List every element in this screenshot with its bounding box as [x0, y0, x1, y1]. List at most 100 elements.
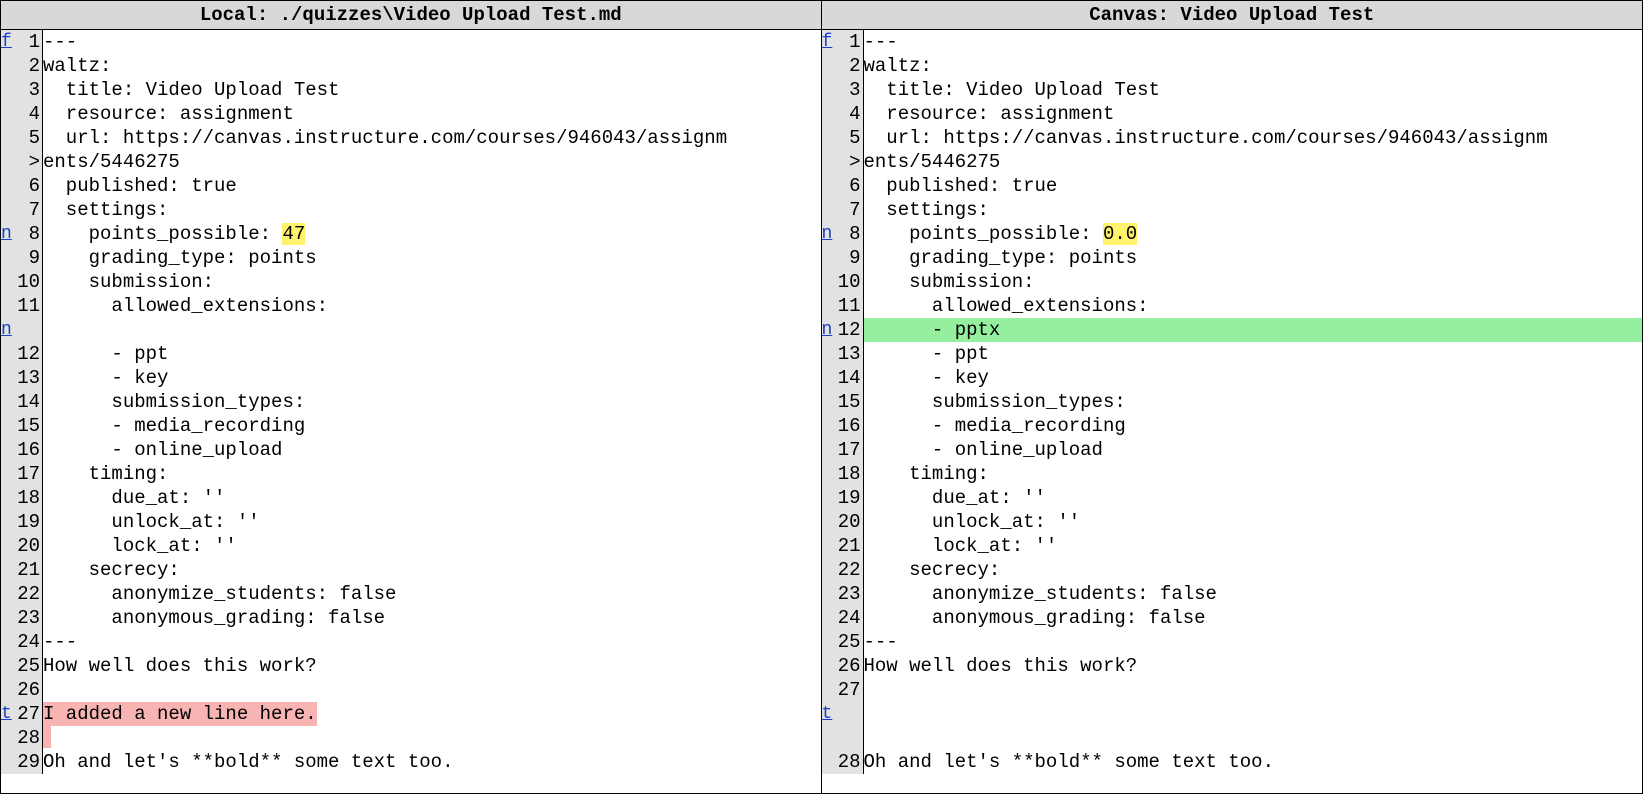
- diff-marker: [1, 390, 15, 414]
- line-content: Oh and let's **bold** some text too.: [43, 750, 821, 774]
- line-content: [43, 726, 821, 750]
- right-line[interactable]: 17 - online_upload: [822, 438, 1643, 462]
- diff-marker[interactable]: n: [1, 222, 15, 246]
- right-line[interactable]: 10 submission:: [822, 270, 1643, 294]
- right-line[interactable]: 20 unlock_at: '': [822, 510, 1643, 534]
- left-line[interactable]: 29Oh and let's **bold** some text too.: [1, 750, 821, 774]
- diff-marker[interactable]: f: [822, 30, 836, 54]
- left-line[interactable]: 22 anonymize_students: false: [1, 582, 821, 606]
- right-line[interactable]: 6 published: true: [822, 174, 1643, 198]
- left-line[interactable]: 19 unlock_at: '': [1, 510, 821, 534]
- right-line[interactable]: 3 title: Video Upload Test: [822, 78, 1643, 102]
- right-line[interactable]: 19 due_at: '': [822, 486, 1643, 510]
- left-line[interactable]: f1---: [1, 30, 821, 54]
- left-line[interactable]: 5 url: https://canvas.instructure.com/co…: [1, 126, 821, 150]
- left-line[interactable]: n8 points_possible: 47: [1, 222, 821, 246]
- left-line[interactable]: 18 due_at: '': [1, 486, 821, 510]
- line-content: submission_types:: [43, 390, 821, 414]
- diff-changed: 0.0: [1103, 223, 1137, 245]
- diff-marker: [1, 294, 15, 318]
- left-line[interactable]: 7 settings:: [1, 198, 821, 222]
- right-line[interactable]: 22 secrecy:: [822, 558, 1643, 582]
- right-line[interactable]: [822, 726, 1643, 750]
- diff-marker: [1, 534, 15, 558]
- line-number: >: [836, 150, 864, 174]
- diff-changed: 47: [282, 223, 305, 245]
- left-line[interactable]: 23 anonymous_grading: false: [1, 606, 821, 630]
- line-number: 22: [836, 558, 864, 582]
- line-number: 1: [836, 30, 864, 54]
- right-line[interactable]: t: [822, 702, 1643, 726]
- line-number: 15: [836, 390, 864, 414]
- left-line[interactable]: 16 - online_upload: [1, 438, 821, 462]
- right-line[interactable]: 21 lock_at: '': [822, 534, 1643, 558]
- right-line[interactable]: 9 grading_type: points: [822, 246, 1643, 270]
- right-line[interactable]: 25---: [822, 630, 1643, 654]
- diff-marker[interactable]: n: [1, 318, 15, 342]
- line-number: [15, 318, 43, 342]
- line-number: 7: [15, 198, 43, 222]
- diff-marker[interactable]: n: [822, 318, 836, 342]
- left-line[interactable]: 21 secrecy:: [1, 558, 821, 582]
- left-line[interactable]: 13 - key: [1, 366, 821, 390]
- right-line[interactable]: n12 - pptx: [822, 318, 1643, 342]
- right-line[interactable]: f1---: [822, 30, 1643, 54]
- left-line[interactable]: 10 submission:: [1, 270, 821, 294]
- right-line[interactable]: 26How well does this work?: [822, 654, 1643, 678]
- diff-marker: [1, 78, 15, 102]
- left-line[interactable]: t27I added a new line here.: [1, 702, 821, 726]
- diff-marker: [1, 726, 15, 750]
- right-line[interactable]: 4 resource: assignment: [822, 102, 1643, 126]
- left-line[interactable]: 11 allowed_extensions:: [1, 294, 821, 318]
- left-line[interactable]: >ents/5446275: [1, 150, 821, 174]
- right-line[interactable]: 23 anonymize_students: false: [822, 582, 1643, 606]
- line-content: How well does this work?: [43, 654, 821, 678]
- left-line[interactable]: 6 published: true: [1, 174, 821, 198]
- line-number: 9: [836, 246, 864, 270]
- left-line[interactable]: 20 lock_at: '': [1, 534, 821, 558]
- diff-marker[interactable]: n: [822, 222, 836, 246]
- left-line[interactable]: 26: [1, 678, 821, 702]
- diff-marker[interactable]: t: [822, 702, 836, 726]
- right-line[interactable]: 28Oh and let's **bold** some text too.: [822, 750, 1643, 774]
- diff-marker[interactable]: t: [1, 702, 15, 726]
- diff-marker: [822, 246, 836, 270]
- right-line[interactable]: 2waltz:: [822, 54, 1643, 78]
- right-line[interactable]: 15 submission_types:: [822, 390, 1643, 414]
- left-line[interactable]: 12 - ppt: [1, 342, 821, 366]
- right-body[interactable]: f1---2waltz:3 title: Video Upload Test4 …: [822, 30, 1643, 793]
- line-content: [864, 702, 1643, 726]
- right-line[interactable]: >ents/5446275: [822, 150, 1643, 174]
- left-line[interactable]: 17 timing:: [1, 462, 821, 486]
- right-line[interactable]: 14 - key: [822, 366, 1643, 390]
- left-body[interactable]: f1---2waltz:3 title: Video Upload Test4 …: [1, 30, 821, 793]
- right-line[interactable]: 11 allowed_extensions:: [822, 294, 1643, 318]
- left-line[interactable]: 4 resource: assignment: [1, 102, 821, 126]
- right-line[interactable]: n8 points_possible: 0.0: [822, 222, 1643, 246]
- left-line[interactable]: 2waltz:: [1, 54, 821, 78]
- right-line[interactable]: 18 timing:: [822, 462, 1643, 486]
- right-line[interactable]: 27: [822, 678, 1643, 702]
- right-line[interactable]: 24 anonymous_grading: false: [822, 606, 1643, 630]
- right-line[interactable]: 13 - ppt: [822, 342, 1643, 366]
- right-line[interactable]: 5 url: https://canvas.instructure.com/co…: [822, 126, 1643, 150]
- line-number: 18: [15, 486, 43, 510]
- line-number: 2: [15, 54, 43, 78]
- diff-marker[interactable]: f: [1, 30, 15, 54]
- left-pane: Local: ./quizzes\Video Upload Test.md f1…: [1, 1, 822, 793]
- left-line[interactable]: 3 title: Video Upload Test: [1, 78, 821, 102]
- right-line[interactable]: 16 - media_recording: [822, 414, 1643, 438]
- line-content: resource: assignment: [43, 102, 821, 126]
- left-line[interactable]: 24---: [1, 630, 821, 654]
- line-content: points_possible: 0.0: [864, 222, 1643, 246]
- line-content: timing:: [43, 462, 821, 486]
- left-line[interactable]: 25How well does this work?: [1, 654, 821, 678]
- left-line[interactable]: n: [1, 318, 821, 342]
- left-line[interactable]: 15 - media_recording: [1, 414, 821, 438]
- diff-marker: [822, 174, 836, 198]
- line-number: 20: [15, 534, 43, 558]
- left-line[interactable]: 14 submission_types:: [1, 390, 821, 414]
- left-line[interactable]: 28: [1, 726, 821, 750]
- right-line[interactable]: 7 settings:: [822, 198, 1643, 222]
- left-line[interactable]: 9 grading_type: points: [1, 246, 821, 270]
